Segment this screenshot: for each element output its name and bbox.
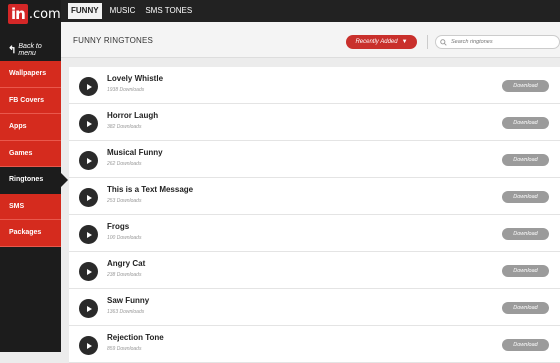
download-button[interactable]: Download <box>502 154 549 166</box>
play-icon[interactable] <box>79 299 98 318</box>
sort-dropdown[interactable]: Recently Added ▼ <box>346 35 417 49</box>
list-item: Frogs 100 Downloads Download <box>69 215 560 252</box>
ringtone-title[interactable]: Rejection Tone <box>107 333 164 342</box>
download-count: 1363 Downloads <box>107 309 145 315</box>
download-button[interactable]: Download <box>502 80 549 92</box>
logo-suffix: .com <box>28 6 61 22</box>
ringtone-title[interactable]: Saw Funny <box>107 296 149 305</box>
download-button[interactable]: Download <box>502 228 549 240</box>
list-item: Angry Cat 238 Downloads Download <box>69 252 560 289</box>
download-count: 859 Downloads <box>107 346 142 352</box>
tab-funny[interactable]: FUNNY <box>68 3 102 19</box>
play-icon[interactable] <box>79 77 98 96</box>
list-item: Horror Laugh 382 Downloads Download <box>69 104 560 141</box>
list-item: This is a Text Message 253 Downloads Downl… <box>69 178 560 215</box>
download-button[interactable]: Download <box>502 302 549 314</box>
download-count: 262 Downloads <box>107 161 142 167</box>
search-icon <box>440 38 447 46</box>
download-count: 382 Downloads <box>107 124 142 130</box>
tab-sms-tones[interactable]: SMS TONES <box>143 3 194 19</box>
list-item: Musical Funny 262 Downloads Download <box>69 141 560 178</box>
download-button[interactable]: Download <box>502 191 549 203</box>
play-icon[interactable] <box>79 151 98 170</box>
ringtone-title[interactable]: Frogs <box>107 222 129 231</box>
back-to-menu-link[interactable]: ↰ Back to menu <box>8 43 61 57</box>
back-arrow-icon: ↰ <box>8 44 17 56</box>
tab-music[interactable]: MUSIC <box>108 3 138 19</box>
sidebar-item-fb-covers[interactable]: FB Covers <box>0 87 61 114</box>
download-button[interactable]: Download <box>502 265 549 277</box>
sidebar-item-apps[interactable]: Apps <box>0 114 61 141</box>
list-item: Rejection Tone 859 Downloads Download <box>69 326 560 363</box>
play-icon[interactable] <box>79 336 98 355</box>
list-item: Lovely Whistle 1938 Downloads Download <box>69 67 560 104</box>
play-icon[interactable] <box>79 225 98 244</box>
sidebar: in .com ↰ Back to menu Wallpapers FB Cove… <box>0 0 68 352</box>
sidebar-item-packages[interactable]: Packages <box>0 220 61 247</box>
sidebar-item-ringtones[interactable]: Ringtones <box>0 167 68 194</box>
search-input[interactable] <box>451 39 551 45</box>
ringtone-title[interactable]: Lovely Whistle <box>107 74 163 83</box>
ringtone-title[interactable]: This is a Text Message <box>107 185 193 194</box>
logo-brand: in <box>8 4 28 24</box>
download-count: 100 Downloads <box>107 235 142 241</box>
play-icon[interactable] <box>79 114 98 133</box>
sidebar-item-games[interactable]: Games <box>0 140 61 167</box>
download-count: 1938 Downloads <box>107 87 145 93</box>
header-divider <box>427 35 428 49</box>
sidebar-nav: Wallpapers FB Covers Apps Games Ringtones SMS… <box>0 61 68 247</box>
category-tab-bar: FUNNY MUSIC SMS TONES <box>61 0 560 22</box>
search-box <box>435 35 560 49</box>
page-header: FUNNY RINGTONES Recently Added ▼ <box>61 22 560 58</box>
sidebar-item-wallpapers[interactable]: Wallpapers <box>0 61 61 88</box>
ringtone-list: Lovely Whistle 1938 Downloads Download Horr… <box>69 67 560 363</box>
play-icon[interactable] <box>79 188 98 207</box>
download-button[interactable]: Download <box>502 117 549 129</box>
logo[interactable]: in .com <box>8 3 61 25</box>
back-label: Back to menu <box>18 43 42 57</box>
ringtone-title[interactable]: Horror Laugh <box>107 111 158 120</box>
play-icon[interactable] <box>79 262 98 281</box>
list-item: Saw Funny 1363 Downloads Download <box>69 289 560 326</box>
ringtone-title[interactable]: Musical Funny <box>107 148 163 157</box>
download-count: 238 Downloads <box>107 272 142 278</box>
ringtone-title[interactable]: Angry Cat <box>107 259 145 268</box>
download-button[interactable]: Download <box>502 339 549 351</box>
download-count: 253 Downloads <box>107 198 142 204</box>
chevron-down-icon: ▼ <box>401 39 408 45</box>
sort-label: Recently Added <box>355 39 398 45</box>
sidebar-item-sms[interactable]: SMS <box>0 193 61 220</box>
page-title: FUNNY RINGTONES <box>73 36 154 45</box>
